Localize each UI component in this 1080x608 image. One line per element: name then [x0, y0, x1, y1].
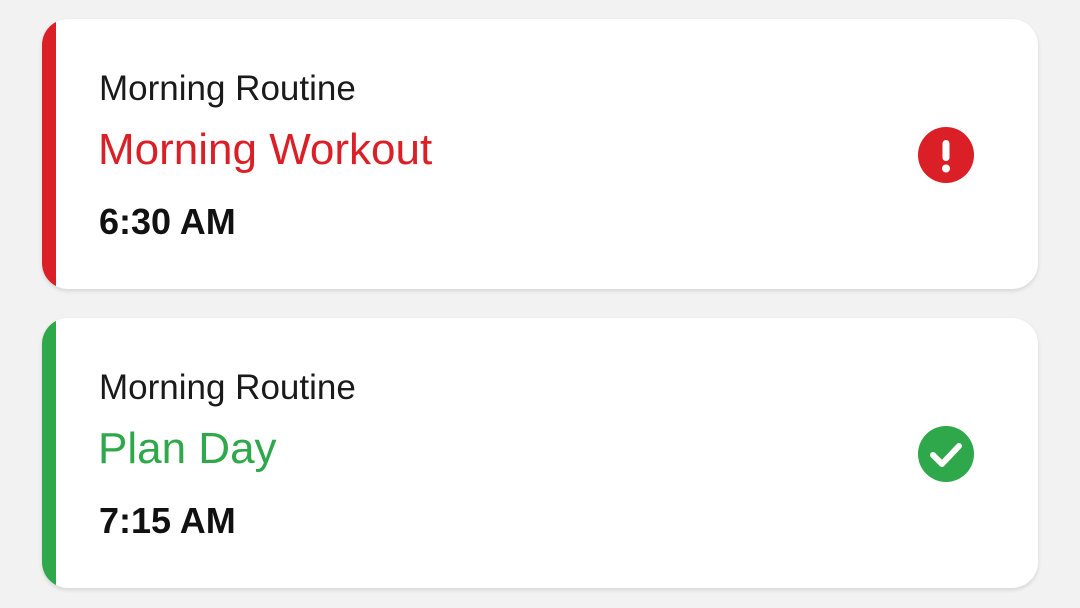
- task-list: Morning Routine Morning Workout 6:30 AM …: [0, 0, 1080, 608]
- task-card-plan-day[interactable]: Morning Routine Plan Day 7:15 AM: [42, 318, 1038, 588]
- task-time: 6:30 AM: [99, 201, 236, 242]
- task-category: Morning Routine: [99, 69, 356, 108]
- task-category: Morning Routine: [99, 368, 356, 407]
- task-title: Plan Day: [98, 424, 277, 473]
- status-accent-bar: [42, 19, 56, 289]
- task-title: Morning Workout: [98, 125, 433, 174]
- check-circle-icon: [918, 426, 974, 482]
- task-card-morning-workout[interactable]: Morning Routine Morning Workout 6:30 AM: [42, 19, 1038, 289]
- status-accent-bar: [42, 318, 56, 588]
- task-time: 7:15 AM: [99, 500, 236, 541]
- alert-icon: [918, 127, 974, 183]
